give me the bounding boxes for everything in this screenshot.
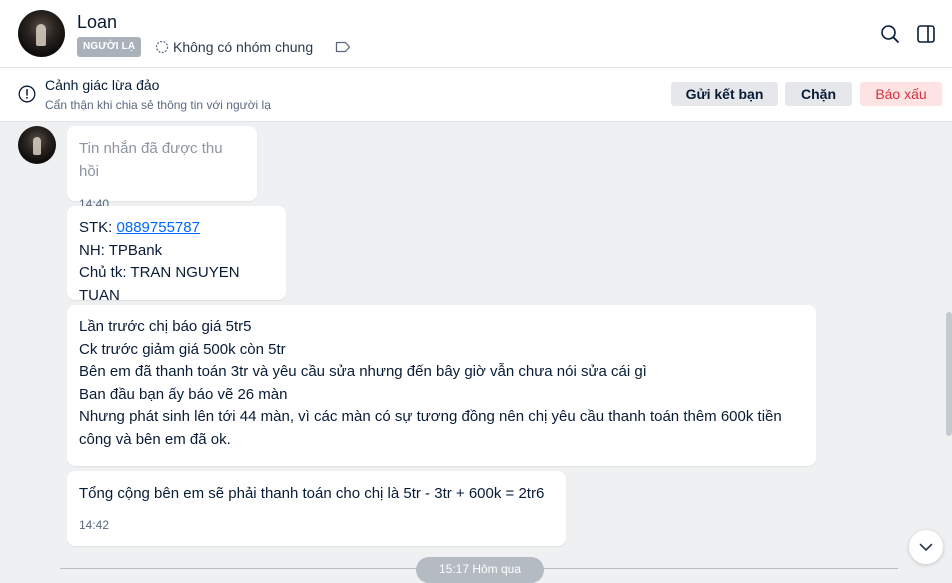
add-friend-button[interactable]: Gửi kết bạn [671, 82, 778, 106]
message-line: Ban đầu bạn ấy báo vẽ 26 màn [79, 385, 288, 403]
message-text: Tổng cộng bên em sẽ phải thanh toán cho … [79, 485, 545, 502]
recalled-message-text: Tin nhắn đã được thu hồi [79, 140, 223, 180]
message-line: STK: 0889755787 [79, 217, 274, 240]
sender-avatar[interactable] [18, 126, 56, 164]
message-line: Chủ tk: TRAN NGUYEN TUAN [79, 264, 240, 304]
warning-title: Cảnh giác lừa đảo [45, 77, 160, 93]
chevron-down-icon [919, 543, 933, 551]
contact-name[interactable]: Loan [77, 12, 117, 33]
contact-avatar[interactable] [18, 10, 65, 57]
tag-icon[interactable] [335, 41, 351, 53]
message-line: công và bên em đã ok. [79, 430, 231, 448]
message-time: 14:42 [79, 517, 110, 532]
warning-subtitle: Cẩn thận khi chia sẻ thông tin với người… [45, 98, 271, 112]
message-line: Bên em đã thanh toán 3tr và yêu cầu sửa … [79, 363, 647, 380]
block-button[interactable]: Chặn [785, 82, 852, 106]
side-panel-button[interactable] [914, 22, 938, 46]
info-icon [18, 85, 36, 103]
search-icon [881, 25, 899, 43]
scroll-to-bottom-button[interactable] [909, 530, 943, 564]
phone-link[interactable]: 0889755787 [117, 219, 200, 236]
group-info-label: Không có nhóm chung [173, 39, 314, 55]
report-button[interactable]: Báo xấu [860, 82, 942, 106]
message-bubble[interactable]: STK: 0889755787 NH: TPBank Chủ tk: TRAN … [67, 206, 286, 304]
search-button[interactable] [878, 22, 902, 46]
message-bubble[interactable]: Tổng cộng bên em sẽ phải thanh toán cho … [67, 471, 566, 546]
message-line: Ck trước giảm giá 500k còn 5tr [79, 340, 286, 358]
scrollbar-thumb[interactable] [946, 312, 952, 436]
message-line: NH: TPBank [79, 241, 163, 259]
message-line: Lần trước chị báo giá 5tr5 [79, 318, 252, 335]
message-bubble[interactable]: Lần trước chị báo giá 5tr5 Ck trước giảm… [67, 305, 816, 466]
chat-header: Loan NGƯỜI LẠ Không có nhóm chung [0, 0, 952, 68]
group-info[interactable]: Không có nhóm chung [155, 39, 313, 55]
message-bubble[interactable]: Tin nhắn đã được thu hồi 14:40 [67, 126, 257, 211]
side-panel-icon [917, 25, 935, 43]
group-icon [155, 40, 169, 54]
account-label: STK: [79, 219, 117, 236]
message-line: Nhưng phát sinh lên tới 44 màn, vì các m… [79, 408, 782, 425]
stranger-badge: NGƯỜI LẠ [77, 37, 142, 57]
date-divider-label: 15:17 Hôm qua [416, 557, 544, 583]
